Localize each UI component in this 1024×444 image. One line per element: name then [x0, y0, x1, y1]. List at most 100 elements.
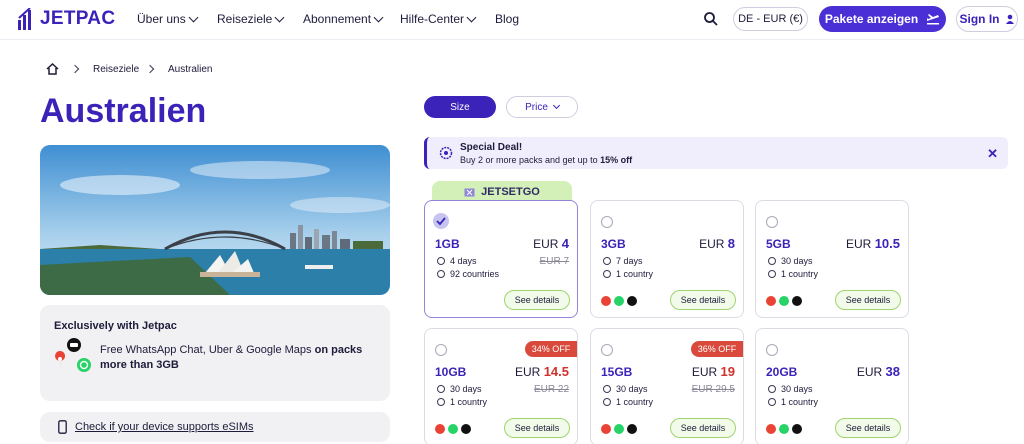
plan-card-20gb[interactable]: 20GB EUR 38 30 days 1 country See detail…: [755, 328, 909, 444]
plan-duration: 30 days: [603, 384, 648, 394]
see-details-button[interactable]: See details: [835, 290, 901, 310]
plan-price-value: 38: [885, 364, 900, 379]
plan-price-value: 8: [727, 236, 735, 251]
plan-old-price: EUR 7: [539, 256, 569, 267]
plan-data-amount: 3GB: [601, 237, 626, 251]
clock-icon: [603, 385, 611, 393]
jetpac-logo[interactable]: JETPAC: [18, 8, 115, 30]
ticket-icon: [464, 188, 475, 196]
exclusive-description: Free WhatsApp Chat, Uber & Google Maps o…: [100, 343, 370, 373]
nav-about[interactable]: Über uns: [137, 12, 199, 26]
chevron-down-icon: [188, 12, 199, 22]
plan-price-value: 14.5: [543, 364, 569, 379]
plan-coverage-text: 1 country: [450, 397, 488, 407]
sign-in-button[interactable]: Sign In: [956, 6, 1018, 32]
filter-size-button[interactable]: Size: [424, 96, 496, 118]
plan-radio[interactable]: [766, 216, 778, 228]
partner-apps-icon: [55, 338, 91, 372]
plan-price-value: 10.5: [874, 236, 900, 251]
plan-coverage: 1 country: [603, 397, 653, 407]
show-packages-button[interactable]: Pakete anzeigen: [819, 6, 946, 32]
globe-icon: [768, 398, 776, 406]
chevron-down-icon: [466, 12, 477, 22]
clock-icon: [768, 385, 776, 393]
plan-coverage-text: 1 country: [616, 397, 654, 407]
special-deal-banner: Special Deal! Buy 2 or more packs and ge…: [424, 137, 1008, 169]
nav-blog[interactable]: Blog: [495, 12, 519, 26]
plan-radio[interactable]: [601, 344, 613, 356]
uber-icon: [461, 424, 471, 434]
language-currency-selector[interactable]: DE - EUR (€): [733, 7, 808, 31]
whatsapp-icon: [448, 424, 458, 434]
plan-days: 30 days: [781, 384, 813, 394]
uber-icon: [627, 424, 637, 434]
plan-card-15gb[interactable]: 36% OFF 15GB EUR 19 EUR 29.5 30 days 1 c…: [590, 328, 744, 444]
nav-destinations[interactable]: Reiseziele: [217, 12, 285, 26]
plan-card-10gb[interactable]: 34% OFF 10GB EUR 14.5 EUR 22 30 days 1 c…: [424, 328, 578, 444]
nav-subscription[interactable]: Abonnement: [303, 12, 384, 26]
nav-help-center[interactable]: Hilfe-Center: [400, 12, 477, 26]
see-details-button[interactable]: See details: [670, 418, 736, 438]
see-details-button[interactable]: See details: [835, 418, 901, 438]
sydney-harbour-image: [40, 145, 390, 295]
uber-icon: [792, 296, 802, 306]
see-details-button[interactable]: See details: [504, 290, 570, 310]
search-icon[interactable]: [703, 11, 719, 27]
plan-currency: EUR: [691, 365, 718, 379]
plan-card-3gb[interactable]: 3GB EUR 8 7 days 1 country See details: [590, 200, 744, 318]
device-check-link[interactable]: Check if your device supports eSIMs: [75, 421, 254, 433]
plan-card-1gb[interactable]: 1GB EUR 4 EUR 7 4 days 92 countries See …: [424, 200, 578, 318]
plan-radio[interactable]: [435, 344, 447, 356]
clock-icon: [437, 257, 445, 265]
whatsapp-icon: [614, 424, 624, 434]
breadcrumb-destinations[interactable]: Reiseziele: [93, 64, 139, 75]
partner-apps: [435, 424, 471, 434]
logo-bars-icon: [18, 8, 31, 30]
plan-coverage: 1 country: [603, 269, 653, 279]
filter-price-label: Price: [525, 101, 548, 113]
uber-icon: [627, 296, 637, 306]
plan-days: 7 days: [616, 256, 643, 266]
device-check-card[interactable]: Check if your device supports eSIMs: [40, 412, 390, 442]
see-details-button[interactable]: See details: [504, 418, 570, 438]
chevron-down-icon: [373, 12, 384, 22]
filter-price-button[interactable]: Price: [506, 96, 578, 118]
deal-title: Special Deal!: [460, 142, 523, 153]
plan-coverage-text: 92 countries: [450, 269, 500, 279]
partner-apps: [601, 296, 637, 306]
discount-badge-icon: [439, 146, 453, 160]
plan-duration: 30 days: [768, 384, 813, 394]
google-maps-icon: [766, 296, 776, 306]
plan-currency: EUR: [699, 237, 725, 251]
uber-icon: [792, 424, 802, 434]
plan-price: EUR 19: [692, 364, 735, 379]
globe-icon: [768, 270, 776, 278]
plan-data-amount: 10GB: [435, 365, 467, 379]
exclusive-text: Free WhatsApp Chat, Uber & Google Maps: [100, 344, 312, 356]
phone-icon: [58, 420, 67, 434]
plan-days: 30 days: [616, 384, 648, 394]
home-icon[interactable]: [46, 63, 59, 75]
selected-check-icon[interactable]: [433, 213, 449, 229]
exclusive-benefits-card: Exclusively with Jetpac Free WhatsApp Ch…: [40, 305, 390, 401]
plan-price: EUR 38: [857, 364, 900, 379]
close-icon[interactable]: ✕: [987, 146, 998, 162]
plan-old-price: EUR 29.5: [691, 384, 735, 395]
plan-price: EUR 10.5: [846, 236, 900, 251]
clock-icon: [603, 257, 611, 265]
google-maps-icon: [766, 424, 776, 434]
plan-radio[interactable]: [601, 216, 613, 228]
see-details-button[interactable]: See details: [670, 290, 736, 310]
plan-coverage: 1 country: [768, 397, 818, 407]
plan-radio[interactable]: [766, 344, 778, 356]
google-maps-icon: [435, 424, 445, 434]
whatsapp-icon: [779, 296, 789, 306]
plan-card-5gb[interactable]: 5GB EUR 10.5 30 days 1 country See detai…: [755, 200, 909, 318]
plan-currency: EUR: [533, 237, 559, 251]
nav-subscription-label: Abonnement: [303, 12, 372, 26]
discount-badge: 36% OFF: [691, 341, 743, 357]
globe-icon: [603, 398, 611, 406]
globe-icon: [437, 270, 445, 278]
plan-currency: EUR: [846, 237, 872, 251]
whatsapp-icon: [614, 296, 624, 306]
